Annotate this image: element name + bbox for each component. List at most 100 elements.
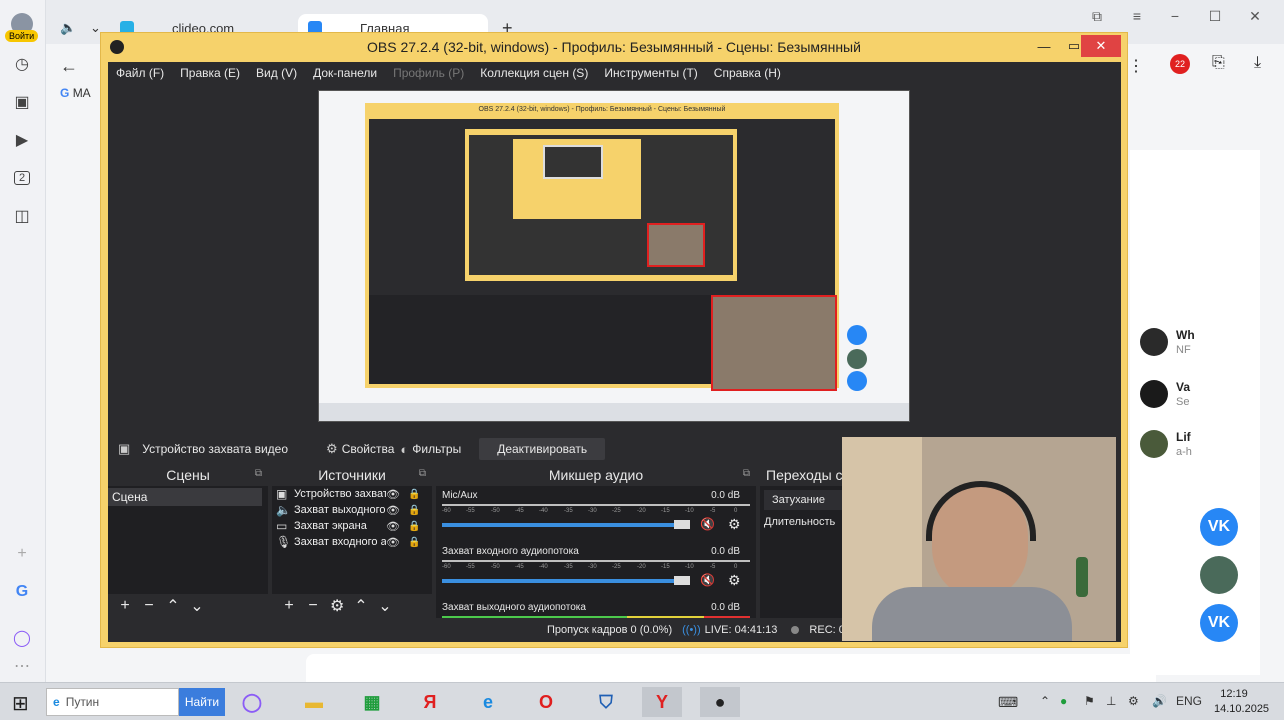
settings-icon[interactable]: ⚙ xyxy=(1128,694,1139,708)
alice-icon[interactable]: ◯ xyxy=(232,687,272,717)
filters-button[interactable]: ◐ Фильтры xyxy=(400,442,461,457)
tray-arrow-icon[interactable]: ⌃ xyxy=(1040,694,1050,708)
download-icon[interactable]: ⤓ xyxy=(1254,54,1261,72)
remove-scene-button[interactable]: − xyxy=(142,597,156,615)
obs-close-button[interactable]: ✕ xyxy=(1081,35,1121,57)
volume-icon[interactable]: 🔊 xyxy=(1152,694,1167,708)
reading-list-icon[interactable]: ⎘ xyxy=(1212,54,1225,72)
alice-icon[interactable]: ◯ xyxy=(10,626,34,650)
scene-down-button[interactable]: ⌄ xyxy=(190,596,204,616)
lock-icon[interactable]: 🔒 xyxy=(408,489,424,500)
yandex-browser-icon[interactable]: Y xyxy=(642,687,682,717)
login-badge[interactable]: Войти xyxy=(5,30,39,42)
lock-icon[interactable]: 🔒 xyxy=(408,537,424,548)
menu-item[interactable]: Коллекция сцен (S) xyxy=(472,66,596,80)
flag-icon[interactable]: ⚑ xyxy=(1084,694,1095,708)
nested-preview-inner xyxy=(469,135,733,275)
volume-slider[interactable]: 🔇 ⚙ xyxy=(442,572,750,589)
google-icon[interactable]: G xyxy=(10,580,34,604)
media-icon[interactable]: ▶ xyxy=(10,128,34,152)
slider-knob[interactable] xyxy=(674,520,690,529)
tray-app-icon[interactable]: ● xyxy=(1060,694,1067,708)
community-avatar[interactable] xyxy=(1200,556,1238,594)
source-item[interactable]: ▣ Устройство захват 👁 🔒 xyxy=(272,486,432,502)
eye-icon[interactable]: 👁 xyxy=(386,536,408,549)
close-button[interactable]: ✕ xyxy=(1240,8,1270,25)
menu-icon[interactable]: ≡ xyxy=(1122,8,1152,24)
volume-slider[interactable]: 🔇 ⚙ xyxy=(442,516,750,533)
menu-item[interactable]: Файл (F) xyxy=(108,66,172,80)
popout-icon[interactable]: ⧉ xyxy=(743,468,750,479)
slider-knob[interactable] xyxy=(674,576,690,585)
gear-icon[interactable]: ⚙ xyxy=(728,516,741,533)
popout-icon[interactable]: ⧉ xyxy=(419,468,426,479)
list-item[interactable]: Lif a-h xyxy=(1130,430,1260,470)
taskbar-search-button[interactable]: Найти xyxy=(179,688,225,716)
yandex-icon[interactable]: Я xyxy=(410,687,450,717)
language-indicator[interactable]: ENG xyxy=(1176,694,1202,708)
vk-icon[interactable]: VK xyxy=(1200,604,1238,642)
scene-up-button[interactable]: ⌃ xyxy=(166,596,180,616)
maximize-button[interactable]: ☐ xyxy=(1200,8,1230,25)
vk-icon xyxy=(847,371,867,391)
obs-icon[interactable]: ● xyxy=(700,687,740,717)
keyboard-icon[interactable]: ⌨ xyxy=(998,694,1018,711)
scene-item[interactable]: Сцена xyxy=(108,488,262,506)
list-item[interactable]: Va Se xyxy=(1130,380,1260,420)
taskbar-search-input[interactable]: e Путин xyxy=(46,688,179,716)
eye-icon[interactable]: 👁 xyxy=(386,488,408,501)
vk-icon[interactable]: VK xyxy=(1200,508,1238,546)
properties-button[interactable]: ⚙ Свойства xyxy=(326,441,394,457)
bookmarks-icon[interactable]: ⧉ xyxy=(1082,8,1112,25)
collections-icon[interactable]: ▣ xyxy=(10,90,34,114)
transitions-dock: Переходы с Затухание Длительность xyxy=(760,464,854,618)
source-down-button[interactable]: ⌄ xyxy=(378,596,392,616)
extensions-icon[interactable]: ⋮ xyxy=(1128,56,1144,76)
menu-item[interactable]: Док-панели xyxy=(305,66,385,80)
opera-icon[interactable]: O xyxy=(526,687,566,717)
source-item[interactable]: ▭ Захват экрана 👁 🔒 xyxy=(272,518,432,534)
minimize-button[interactable]: − xyxy=(1160,8,1190,24)
add-scene-button[interactable]: + xyxy=(118,597,132,615)
history-icon[interactable]: ◷ xyxy=(10,52,34,76)
source-properties-button[interactable]: ⚙ xyxy=(330,596,344,616)
add-source-button[interactable]: + xyxy=(282,597,296,615)
menu-item[interactable]: Инструменты (T) xyxy=(596,66,705,80)
network-icon[interactable]: ⊥ xyxy=(1106,694,1116,708)
sidebar-number-icon[interactable]: 2 xyxy=(10,166,34,190)
lock-icon[interactable]: 🔒 xyxy=(408,505,424,516)
store-icon[interactable]: ▦ xyxy=(352,687,392,717)
gmail-bookmark[interactable]: G MA xyxy=(60,86,91,100)
list-item[interactable]: Wh NF xyxy=(1130,328,1260,368)
taskbar-clock[interactable]: 12:19 14.10.2025 xyxy=(1214,687,1270,717)
defender-icon[interactable]: ⛉ xyxy=(586,687,626,717)
more-icon[interactable]: ⋯ xyxy=(10,654,34,678)
remove-source-button[interactable]: − xyxy=(306,597,320,615)
item-subtitle: NF xyxy=(1176,344,1191,356)
windows-start-icon[interactable]: ⊞ xyxy=(12,691,29,716)
lock-icon[interactable]: 🔒 xyxy=(408,521,424,532)
edge-icon[interactable]: e xyxy=(468,687,508,717)
obs-preview[interactable]: OBS 27.2.4 (32-bit, windows) - Профиль: … xyxy=(108,84,1121,434)
screenshot-icon[interactable]: ◫ xyxy=(10,204,34,228)
back-icon[interactable]: ← xyxy=(60,56,78,77)
explorer-icon[interactable]: ▬ xyxy=(294,687,334,717)
source-item[interactable]: 🎙 Захват входного а 👁 🔒 xyxy=(272,534,432,550)
gear-icon[interactable]: ⚙ xyxy=(728,572,741,589)
mute-icon[interactable]: 🔇 xyxy=(700,517,715,531)
menu-item[interactable]: Правка (E) xyxy=(172,66,248,80)
add-icon[interactable]: + xyxy=(10,542,34,566)
source-item[interactable]: 🔈 Захват выходного 👁 🔒 xyxy=(272,502,432,518)
eye-icon[interactable]: 👁 xyxy=(386,520,408,533)
popout-icon[interactable]: ⧉ xyxy=(255,468,262,479)
menu-item[interactable]: Вид (V) xyxy=(248,66,305,80)
deactivate-button[interactable]: Деактивировать xyxy=(479,438,606,460)
menu-item[interactable]: Справка (H) xyxy=(706,66,789,80)
obs-minimize-button[interactable]: — xyxy=(1029,35,1059,57)
notifications-badge[interactable]: 22 xyxy=(1170,54,1190,74)
transition-select[interactable]: Затухание xyxy=(764,490,850,510)
mute-icon[interactable]: 🔇 xyxy=(700,573,715,587)
source-up-button[interactable]: ⌃ xyxy=(354,596,368,616)
clock-date: 14.10.2025 xyxy=(1214,703,1270,715)
eye-icon[interactable]: 👁 xyxy=(386,504,408,517)
